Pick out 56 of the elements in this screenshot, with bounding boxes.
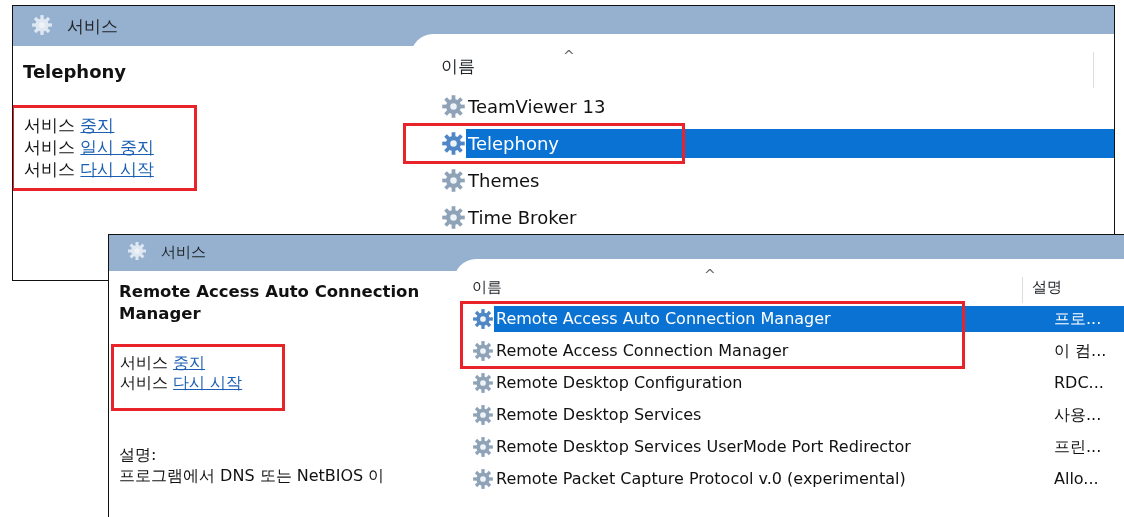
description-cell[interactable]: 이 컴... bbox=[1044, 338, 1124, 364]
service-name-cell[interactable]: Themes bbox=[466, 166, 1114, 195]
service-row[interactable]: Remote Desktop Services UserMode Port Redirector 프린... bbox=[454, 431, 1124, 463]
service-name-cell[interactable]: TeamViewer 13 bbox=[466, 92, 1114, 121]
description-cell[interactable]: Allo... bbox=[1044, 466, 1124, 492]
action-label: 서비스 bbox=[24, 159, 75, 180]
action-link[interactable]: 중지 bbox=[173, 352, 206, 372]
service-name-cell[interactable]: Time Broker bbox=[466, 203, 1114, 232]
description-label: 설명: bbox=[119, 445, 158, 465]
service-row[interactable]: Remote Desktop Services 사용... bbox=[454, 399, 1124, 431]
gear-icon bbox=[472, 468, 494, 490]
service-name-cell[interactable]: Remote Access Auto Connection Manager bbox=[494, 306, 1044, 332]
description-cell[interactable]: 프린... bbox=[1044, 434, 1124, 460]
description-cell[interactable]: 프로... bbox=[1044, 306, 1124, 332]
service-name-cell[interactable]: Remote Access Connection Manager bbox=[494, 338, 1044, 364]
service-title: Remote Access Auto Connection Manager bbox=[119, 281, 421, 326]
service-name-cell[interactable]: Remote Desktop Services bbox=[494, 402, 1044, 428]
window-title: 서비스 bbox=[67, 15, 118, 38]
service-name-cell[interactable]: Telephony bbox=[466, 129, 1114, 158]
gear-icon bbox=[472, 372, 494, 394]
action-link[interactable]: 일시 중지 bbox=[80, 137, 154, 158]
gear-icon bbox=[472, 340, 494, 362]
column-header[interactable]: 이름 bbox=[472, 275, 502, 299]
gear-icon bbox=[472, 404, 494, 426]
service-title: Telephony bbox=[23, 60, 128, 84]
service-name-cell[interactable]: Remote Packet Capture Protocol v.0 (experimental) bbox=[494, 466, 1044, 492]
service-row[interactable]: Themes bbox=[411, 162, 1114, 199]
service-name-cell[interactable]: Remote Desktop Configuration bbox=[494, 370, 1044, 396]
action-label: 서비스 bbox=[120, 373, 168, 393]
window-title: 서비스 bbox=[161, 242, 206, 263]
action-label: 서비스 bbox=[120, 352, 168, 372]
action-link[interactable]: 중지 bbox=[80, 115, 115, 135]
sort-caret-icon: ^ bbox=[563, 46, 575, 67]
action-label: 서비스 bbox=[24, 115, 75, 135]
gear-icon bbox=[441, 131, 466, 156]
action-link[interactable]: 다시 시작 bbox=[80, 159, 154, 180]
description-cell[interactable]: RDC... bbox=[1044, 370, 1124, 396]
gear-icon bbox=[472, 308, 494, 330]
service-row[interactable]: Remote Packet Capture Protocol v.0 (experimental) Allo... bbox=[454, 463, 1124, 495]
gear-icon bbox=[441, 94, 466, 119]
gear-icon bbox=[472, 436, 494, 458]
gear-icon bbox=[31, 14, 53, 36]
column-header[interactable]: 설명 bbox=[1032, 275, 1062, 299]
gear-icon bbox=[127, 241, 147, 261]
service-row[interactable]: Time Broker bbox=[411, 199, 1114, 236]
service-row[interactable]: TeamViewer 13 bbox=[411, 88, 1114, 125]
service-name-cell[interactable]: Remote Desktop Services UserMode Port Redirector bbox=[494, 434, 1044, 460]
service-row[interactable]: Remote Desktop Configuration RDC... bbox=[454, 367, 1124, 399]
action-label: 서비스 bbox=[24, 137, 75, 158]
gear-icon bbox=[441, 168, 466, 193]
action-link[interactable]: 다시 시작 bbox=[173, 373, 243, 393]
description-text: 프로그램에서 DNS 또는 NetBIOS 이 bbox=[119, 465, 386, 488]
description-cell[interactable]: 사용... bbox=[1044, 402, 1124, 428]
column-header[interactable]: 이름 bbox=[441, 54, 475, 80]
gear-icon bbox=[441, 205, 466, 230]
sort-caret-icon: ^ bbox=[704, 265, 716, 286]
